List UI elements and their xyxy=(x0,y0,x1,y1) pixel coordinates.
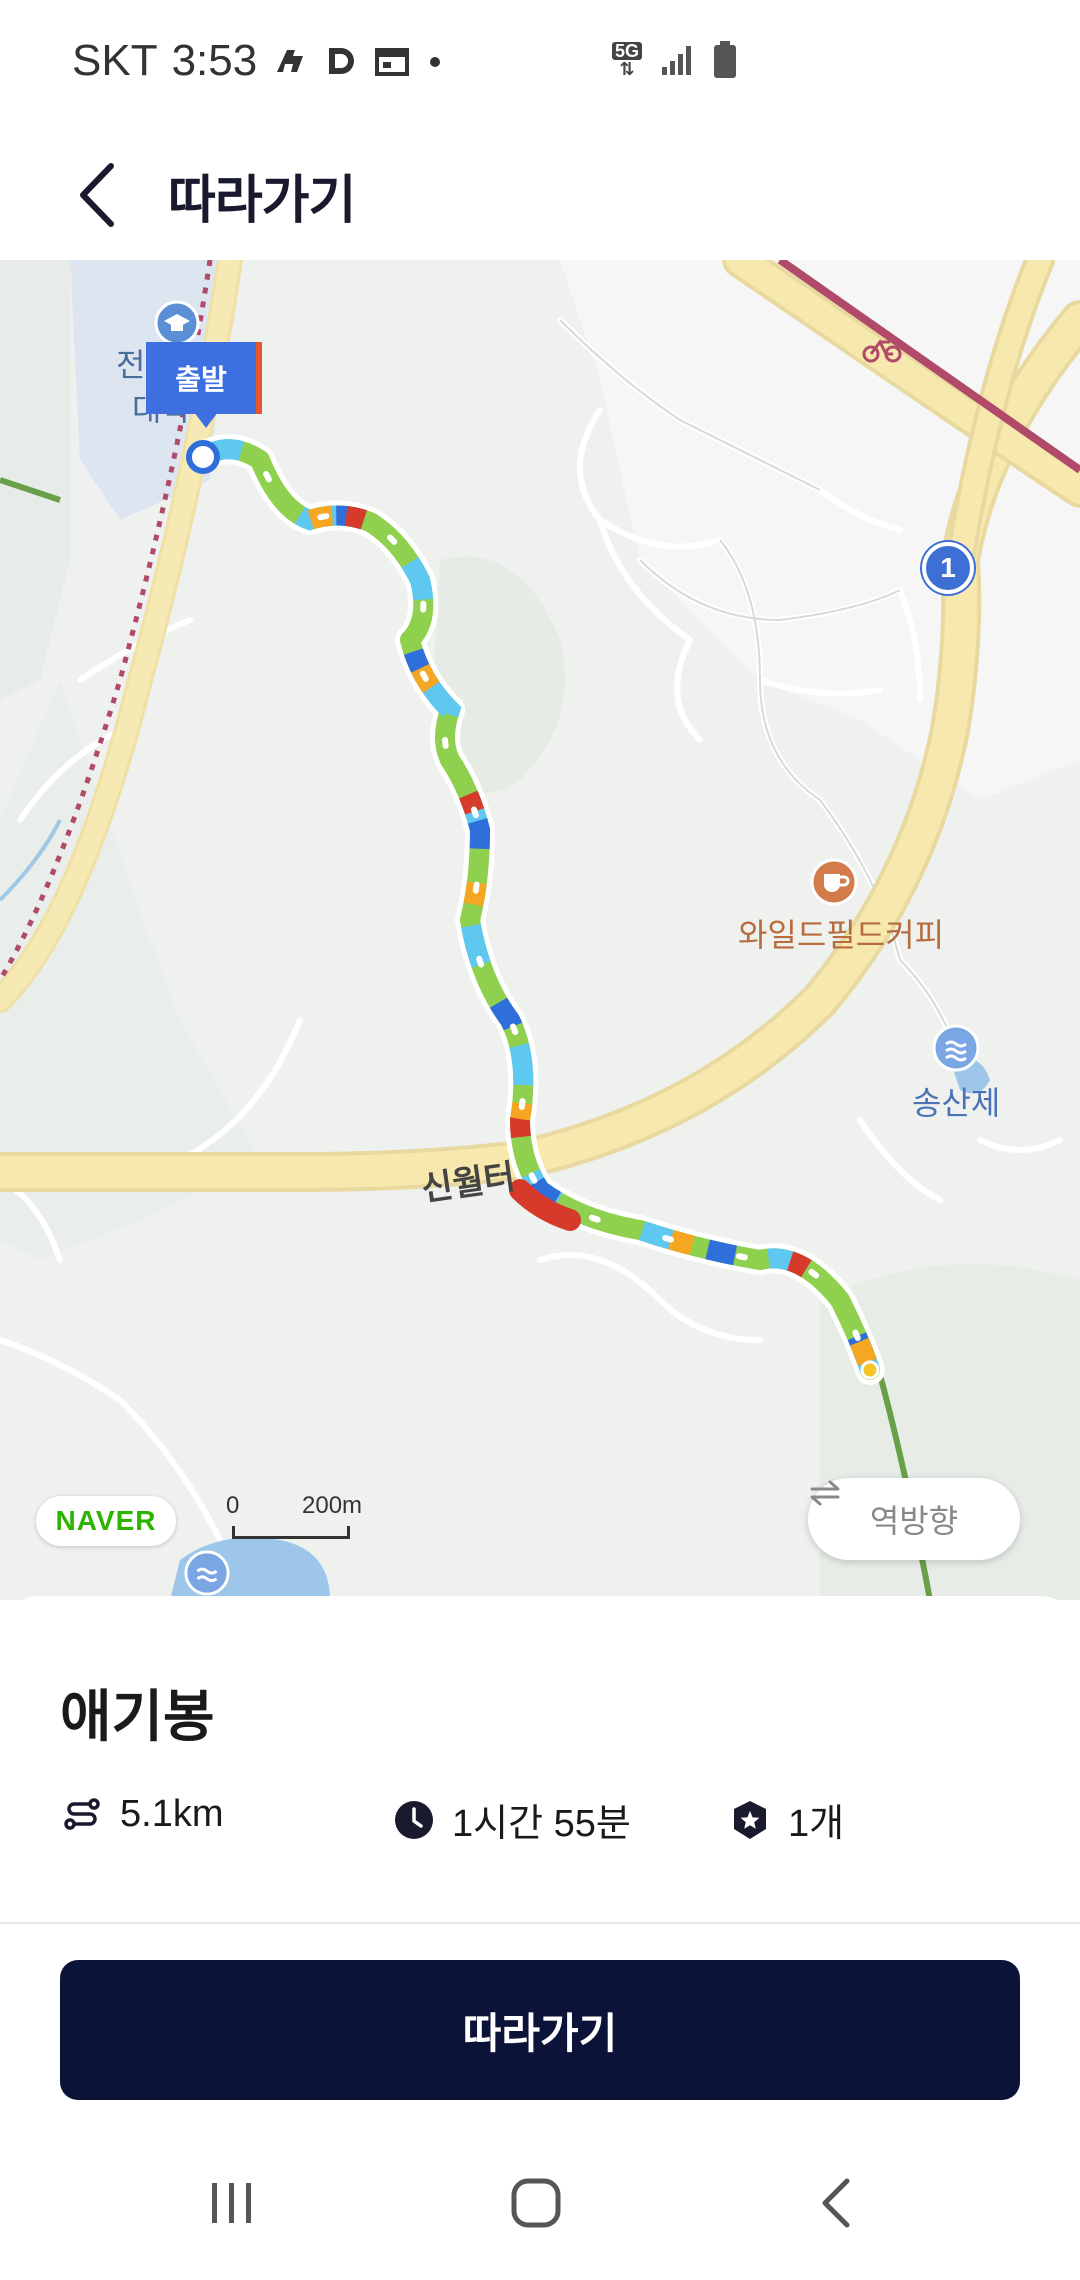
reservoir-icon xyxy=(932,1024,980,1072)
clock-icon xyxy=(392,1798,436,1842)
carrier-label: SKT xyxy=(72,36,158,85)
dot-icon xyxy=(425,42,445,80)
home-icon xyxy=(511,2178,561,2228)
count-stat: 1개 xyxy=(728,1792,844,1847)
water-icon xyxy=(184,1550,230,1596)
course-stats: 5.1km 1시간 55분 1개 xyxy=(60,1792,1020,1852)
reservoir-label: 송산제 xyxy=(912,1085,1001,1121)
start-marker[interactable]: 출발 xyxy=(146,342,262,414)
bicycle-icon xyxy=(862,339,902,363)
battery-icon xyxy=(712,40,738,80)
route-number: 1 xyxy=(940,552,956,583)
school-icon xyxy=(154,300,200,346)
distance-value: 5.1km xyxy=(120,1792,224,1835)
home-button[interactable] xyxy=(486,2158,586,2248)
signal-icon xyxy=(660,43,694,77)
distance-stat: 5.1km xyxy=(60,1792,223,1836)
cafe-label: 와일드필드커피 xyxy=(737,917,945,953)
divider xyxy=(0,1922,1080,1924)
scale-distance: 200m xyxy=(302,1492,363,1519)
count-value: 1개 xyxy=(788,1803,845,1845)
clock: 3:53 xyxy=(171,36,258,85)
route-shield: 1 xyxy=(922,542,974,594)
status-bar: SKT 3:53 5G ⇅ xyxy=(0,0,1080,130)
scale-zero: 0 xyxy=(226,1492,240,1519)
start-marker-tail xyxy=(194,412,218,428)
d-app-icon xyxy=(323,42,359,80)
reverse-direction-label: 역방향 xyxy=(869,1503,959,1539)
course-name: 애기봉 xyxy=(60,1685,215,1748)
map-view[interactable]: 전 대학 출발 1 와일드필드커피 송산제 신월터 NAVER 0 20 xyxy=(0,260,1080,1600)
back-button[interactable] xyxy=(62,152,132,238)
chevron-left-icon xyxy=(80,163,114,227)
recent-apps-button[interactable] xyxy=(182,2158,282,2248)
scale-bar: 0 200m xyxy=(220,1492,380,1542)
status-left: SKT 3:53 xyxy=(72,36,445,86)
system-back-button[interactable] xyxy=(786,2158,886,2248)
route-distance-icon xyxy=(60,1792,104,1836)
status-right: 5G ⇅ xyxy=(612,40,738,80)
back-icon xyxy=(822,2178,850,2228)
coffee-cup-icon xyxy=(810,858,858,906)
follow-button[interactable]: 따라가기 xyxy=(60,1960,1020,2100)
naver-logo: NAVER xyxy=(36,1496,176,1546)
swap-arrows-icon xyxy=(810,1480,840,1506)
school-label-1: 전 xyxy=(116,347,146,383)
page-title: 따라가기 xyxy=(168,172,356,230)
scale-line xyxy=(232,1526,350,1539)
header: 따라가기 xyxy=(0,130,1080,260)
system-nav-bar xyxy=(0,2130,1080,2280)
recent-apps-icon xyxy=(212,2183,251,2223)
5g-icon: 5G ⇅ xyxy=(612,42,643,78)
badge-star-icon xyxy=(728,1798,772,1842)
navigation-icon xyxy=(271,42,309,80)
calendar-icon xyxy=(373,42,411,80)
network-label: 5G xyxy=(612,42,643,60)
duration-stat: 1시간 55분 xyxy=(392,1792,631,1847)
duration-value: 1시간 55분 xyxy=(452,1803,631,1845)
reverse-direction-button[interactable]: 역방향 xyxy=(808,1478,1020,1560)
